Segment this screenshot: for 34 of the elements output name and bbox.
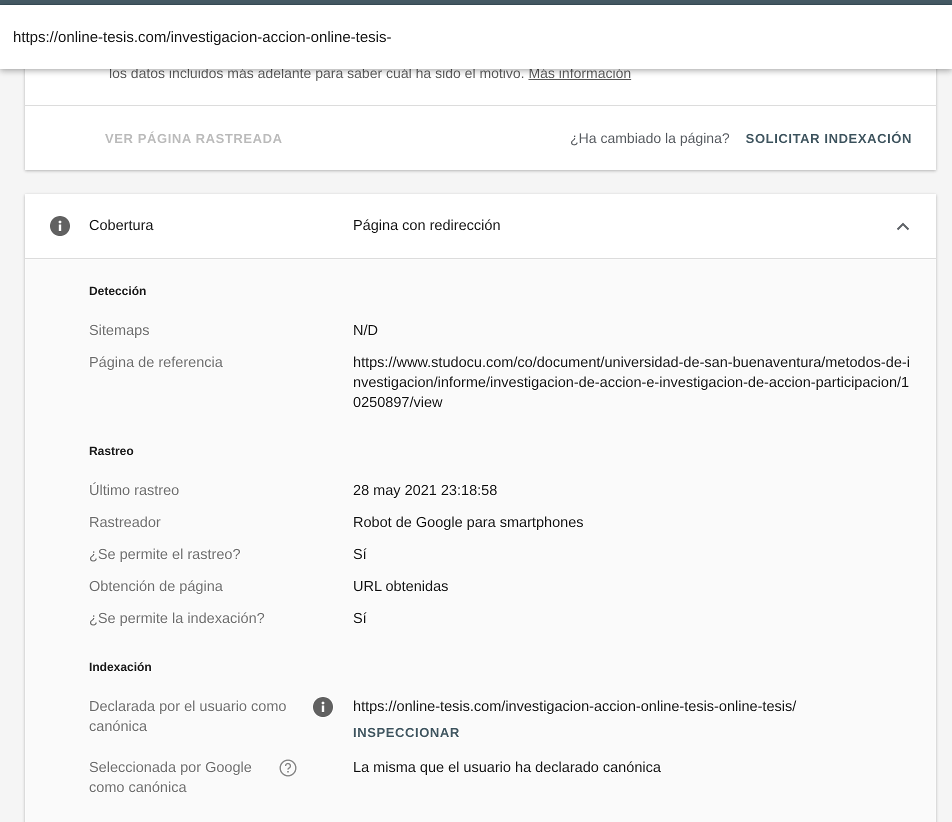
page-url: https://online-tesis.com/investigacion-accion-online-tesis- — [13, 28, 392, 46]
field-value: La misma que el usuario ha declarado canónica — [353, 759, 662, 778]
field-label: Obtención de página — [89, 578, 223, 597]
field-value: https://www.studocu.com/co/document/universidad-de-san-buenaventura/metodos-de-investigacion/informe/investigacion-de-accion-e-investigacion-de-accion-participacion/10250897/view — [353, 354, 911, 413]
field-value: 28 may 2021 23:18:58 — [353, 482, 498, 501]
field-value: URL obtenidas — [353, 578, 450, 597]
request-indexing-button[interactable]: SOLICITAR INDEXACIÓN — [738, 122, 920, 154]
coverage-title: Cobertura — [89, 218, 154, 234]
status-message: los datos incluidos más adelante para saber cuál ha sido el motivo. — [109, 65, 525, 81]
field-value: Sí — [353, 610, 368, 629]
field-label: ¿Se permite el rastreo? — [89, 546, 241, 565]
field-label: ¿Se permite la indexación? — [89, 610, 265, 629]
more-info-link[interactable]: Más información — [528, 65, 632, 81]
field-label: Página de referencia — [89, 354, 223, 373]
field-value: https://online-tesis.com/investigacion-accion-online-tesis-online-tesis/ — [353, 698, 798, 717]
field-label: Sitemaps — [89, 322, 150, 341]
coverage-header[interactable]: Cobertura Página con redirección — [25, 194, 936, 259]
help-icon[interactable] — [279, 759, 297, 777]
page-changed-question: ¿Ha cambiado la página? — [570, 130, 730, 146]
section-heading: Indexación — [89, 659, 153, 676]
chevron-icon — [896, 222, 910, 230]
field-label: Rastreador — [89, 514, 161, 533]
info-icon[interactable] — [313, 697, 333, 717]
field-value: Robot de Google para smartphones — [353, 514, 585, 533]
field-label: Último rastreo — [89, 481, 180, 501]
coverage-status: Página con redirección — [353, 218, 502, 234]
section-heading: Rastreo — [89, 443, 135, 460]
field-label: Seleccionada por Google como canónica — [89, 759, 253, 798]
inspect-button[interactable]: INSPECCIONAR — [353, 721, 460, 744]
field-label: Declarada por el usuario como canónica — [89, 698, 288, 737]
field-value: N/D — [353, 322, 379, 341]
info-icon — [50, 216, 70, 236]
section-heading: Detección — [89, 283, 148, 300]
field-value: Sí — [353, 546, 368, 565]
